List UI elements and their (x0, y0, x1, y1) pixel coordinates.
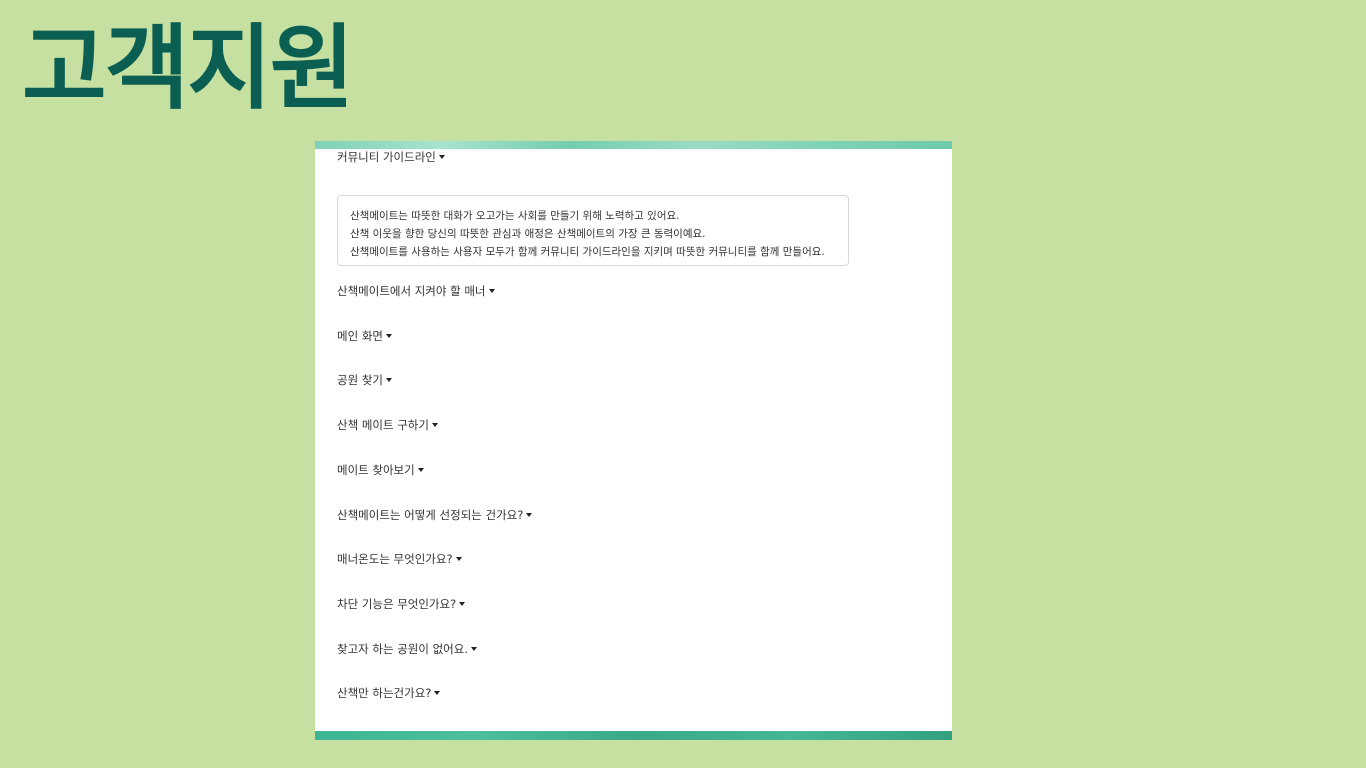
caret-down-icon (526, 513, 533, 517)
faq-toggle-find-park[interactable]: 공원 찾기 (337, 372, 392, 388)
faq-toggle-community-guidelines[interactable]: 커뮤니티 가이드라인 (337, 149, 445, 165)
faq-toggle-mate-selection[interactable]: 산책메이트는 어떻게 선정되는 건가요? (337, 507, 533, 523)
caret-down-icon (385, 378, 392, 382)
faq-card: 커뮤니티 가이드라인 산책메이트는 따뜻한 대화가 오고가는 사회를 만들기 위… (315, 141, 952, 740)
faq-toggle-main-screen[interactable]: 메인 화면 (337, 328, 392, 344)
caret-down-icon (431, 423, 438, 427)
faq-toggle-label: 커뮤니티 가이드라인 (337, 150, 436, 164)
faq-toggle-label: 산책 메이트 구하기 (337, 418, 429, 432)
faq-answer-community-guidelines: 산책메이트는 따뜻한 대화가 오고가는 사회를 만들기 위해 노력하고 있어요.… (337, 195, 849, 266)
card-bottom-stripe (315, 731, 952, 740)
faq-toggle-label: 산책만 하는건가요? (337, 686, 432, 700)
answer-line: 산책메이트를 사용하는 사용자 모두가 함께 커뮤니티 가이드라인을 지키며 따… (350, 246, 825, 258)
faq-toggle-label: 찾고자 하는 공원이 없어요. (337, 642, 469, 656)
faq-toggle-browse-mates[interactable]: 메이트 찾아보기 (337, 462, 424, 478)
faq-toggle-manners[interactable]: 산책메이트에서 지켜야 할 매너 (337, 283, 495, 299)
caret-down-icon (417, 468, 424, 472)
answer-line: 산책메이트는 따뜻한 대화가 오고가는 사회를 만들기 위해 노력하고 있어요. (350, 210, 680, 222)
caret-down-icon (488, 289, 495, 293)
caret-down-icon (459, 602, 466, 606)
faq-toggle-manner-temperature[interactable]: 매너온도는 무엇인가요? (337, 551, 462, 567)
faq-toggle-label: 산책메이트에서 지켜야 할 매너 (337, 284, 486, 298)
faq-toggle-only-walking[interactable]: 산책만 하는건가요? (337, 685, 441, 701)
faq-toggle-label: 메이트 찾아보기 (337, 463, 415, 477)
answer-line: 산책 이웃을 향한 당신의 따뜻한 관심과 애정은 산책메이트의 가장 큰 동력… (350, 228, 706, 240)
faq-toggle-label: 산책메이트는 어떻게 선정되는 건가요? (337, 508, 524, 522)
caret-down-icon (471, 647, 478, 651)
caret-down-icon (455, 557, 462, 561)
faq-toggle-label: 매너온도는 무엇인가요? (337, 552, 453, 566)
faq-toggle-recruit-mate[interactable]: 산책 메이트 구하기 (337, 417, 438, 433)
faq-toggle-label: 공원 찾기 (337, 373, 383, 387)
faq-toggle-park-missing[interactable]: 찾고자 하는 공원이 없어요. (337, 641, 478, 657)
card-top-stripe (315, 141, 952, 149)
caret-down-icon (385, 334, 392, 338)
faq-toggle-label: 차단 기능은 무엇인가요? (337, 597, 457, 611)
faq-toggle-label: 메인 화면 (337, 329, 383, 343)
page-title: 고객지원 (22, 15, 355, 122)
caret-down-icon (434, 691, 441, 695)
caret-down-icon (438, 155, 445, 159)
faq-toggle-block-feature[interactable]: 차단 기능은 무엇인가요? (337, 596, 466, 612)
